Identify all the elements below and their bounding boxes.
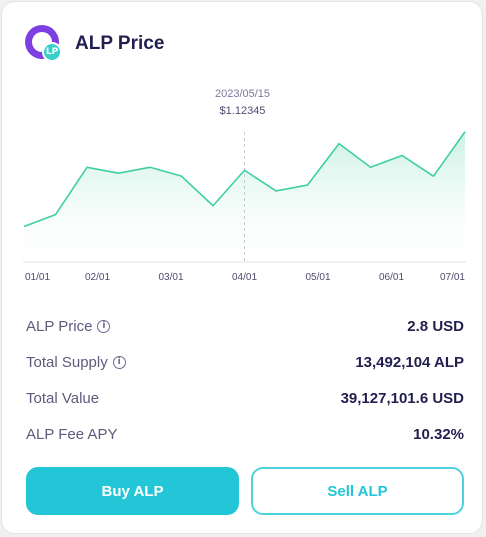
stats-list: ALP Price i 2.8 USD Total Supply i 13,49… xyxy=(26,308,464,452)
stat-label: Total Value xyxy=(26,389,100,407)
stat-value: 2.8 USD xyxy=(407,317,464,335)
alp-price-card: LP ALP Price 2023/05/15 $1.12345 01/01 02/0… xyxy=(1,1,483,534)
stat-row-total-value: Total Value 39,127,101.6 USD xyxy=(26,380,464,416)
stat-value: 10.32% xyxy=(413,425,464,443)
info-icon[interactable]: i xyxy=(97,319,111,333)
info-icon[interactable]: i xyxy=(112,355,126,369)
logo-badge: LP xyxy=(42,42,62,62)
x-tick-label: 02/01 xyxy=(85,272,110,283)
tooltip-price: $1.12345 xyxy=(220,105,266,117)
x-tick-label: 03/01 xyxy=(158,272,183,283)
x-tick-label: 07/01 xyxy=(440,272,465,283)
stat-row-fee-apy: ALP Fee APY 10.32% xyxy=(26,416,464,452)
tooltip-date: 2023/05/15 xyxy=(215,88,270,100)
sell-alp-button[interactable]: Sell ALP xyxy=(251,467,464,515)
stat-label: ALP Price xyxy=(26,317,93,335)
stat-row-alp-price: ALP Price i 2.8 USD xyxy=(26,308,464,344)
stat-value: 39,127,101.6 USD xyxy=(340,389,464,407)
stat-value: 13,492,104 ALP xyxy=(355,353,464,371)
alp-logo: LP xyxy=(25,25,63,63)
page-title: ALP Price xyxy=(75,33,165,54)
x-tick-label: 06/01 xyxy=(379,272,404,283)
card-header: LP ALP Price xyxy=(25,25,164,63)
action-buttons: Buy ALP Sell ALP xyxy=(26,467,464,515)
x-tick-label: 05/01 xyxy=(305,272,330,283)
x-tick-label: 04/01 xyxy=(232,272,257,283)
price-chart-svg: 2023/05/15 $1.12345 01/01 02/01 03/01 04/01 05… xyxy=(23,88,466,283)
stat-label: ALP Fee APY xyxy=(26,425,118,443)
price-chart[interactable]: 2023/05/15 $1.12345 01/01 02/01 03/01 04/01 05… xyxy=(23,82,466,287)
stat-row-total-supply: Total Supply i 13,492,104 ALP xyxy=(26,344,464,380)
x-tick-label: 01/01 xyxy=(25,272,50,283)
buy-alp-button[interactable]: Buy ALP xyxy=(26,467,239,515)
stat-label: Total Supply xyxy=(26,353,108,371)
